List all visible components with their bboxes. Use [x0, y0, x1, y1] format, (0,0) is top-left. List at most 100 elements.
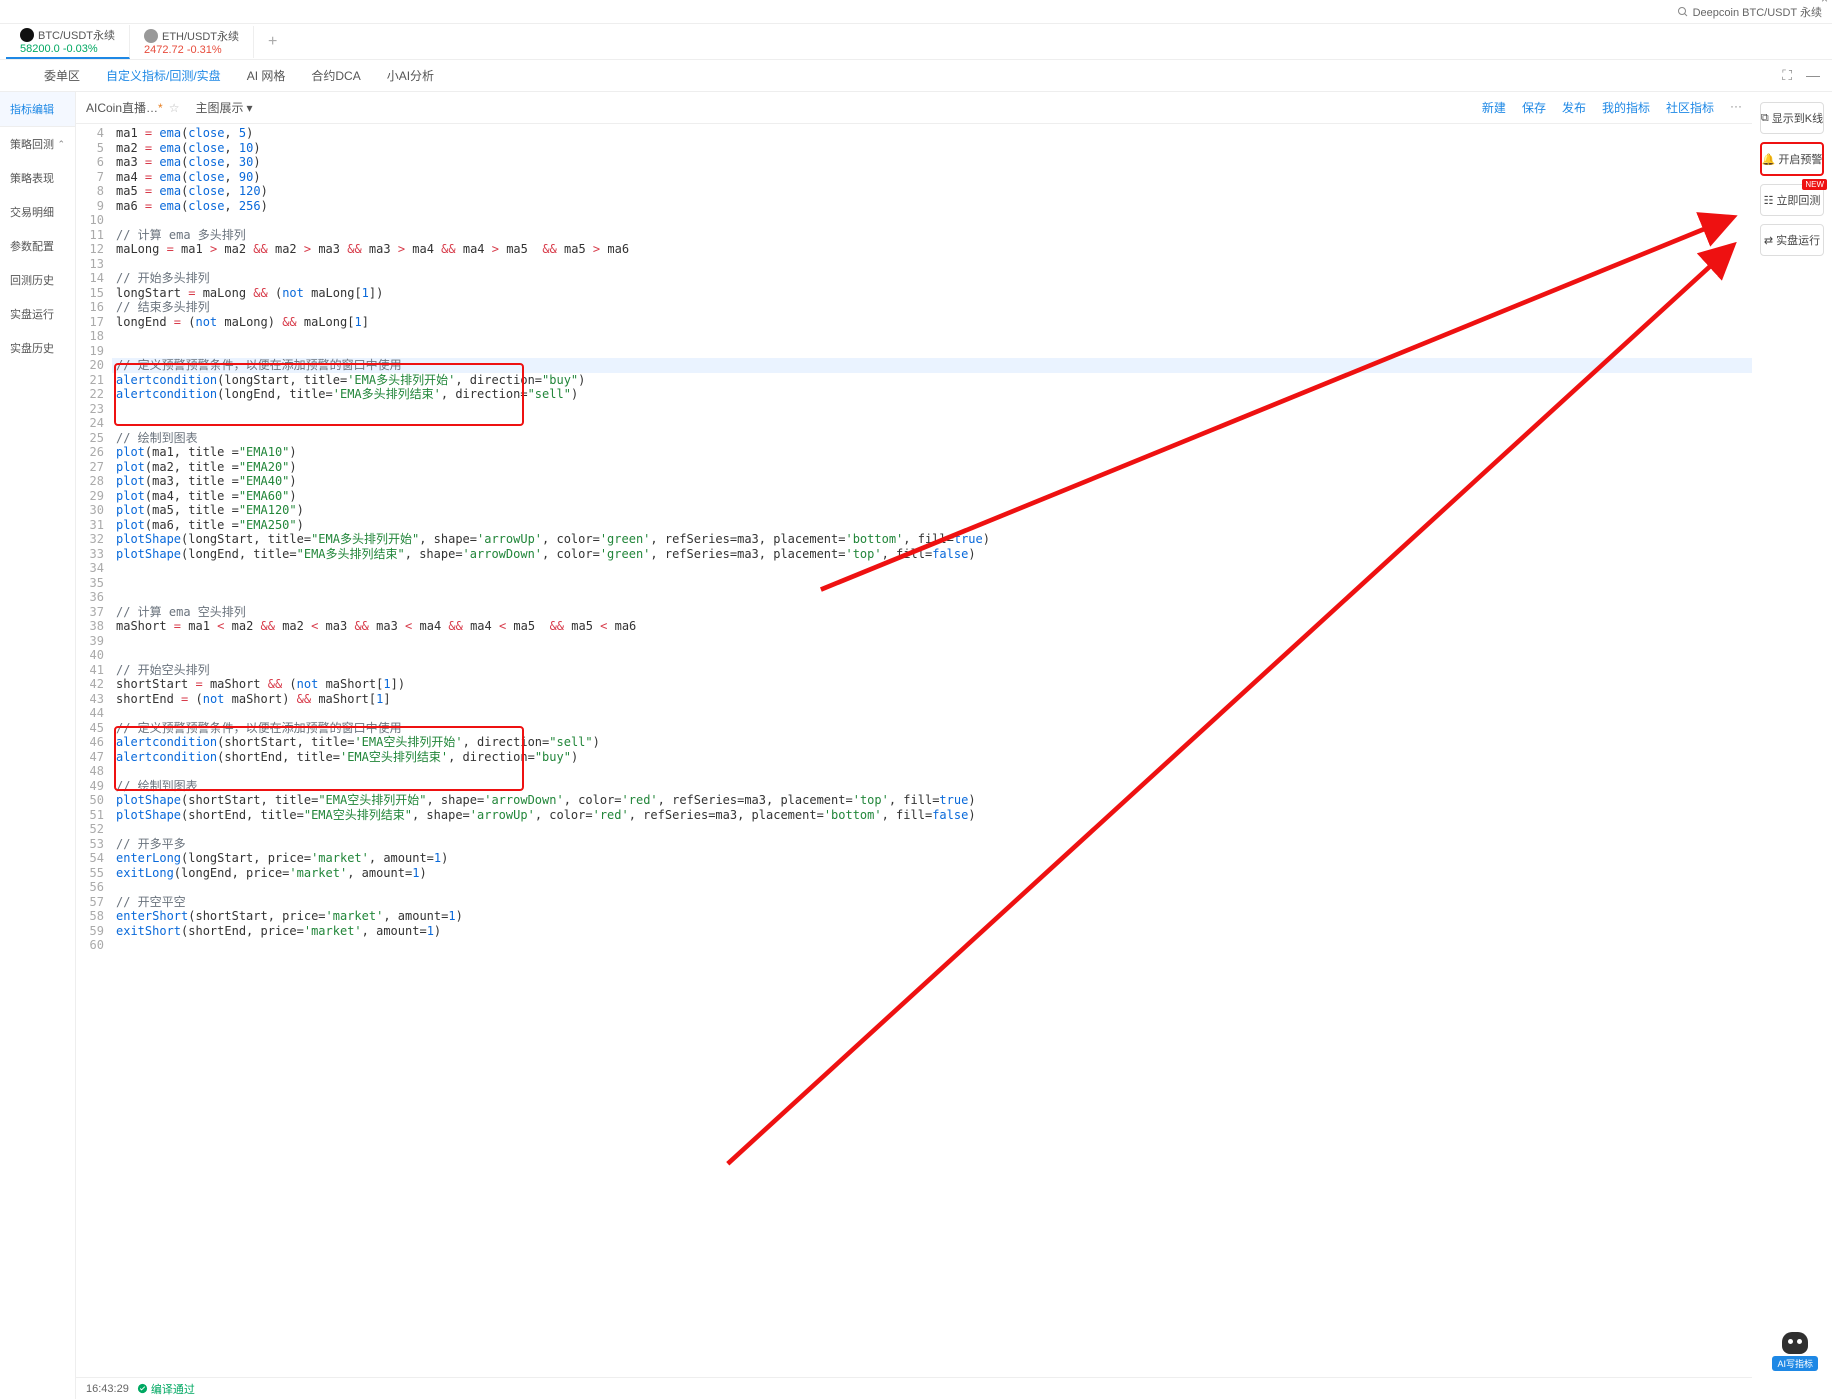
- line-gutter: 4567891011121314151617181920212223242526…: [76, 124, 112, 1377]
- code-line[interactable]: [112, 213, 1752, 228]
- editor-action-社区指标[interactable]: 社区指标: [1666, 99, 1714, 116]
- sidebar-item-2[interactable]: 策略表现: [0, 161, 75, 195]
- code-line[interactable]: alertcondition(shortEnd, title='EMA空头排列结…: [112, 750, 1752, 765]
- code-line[interactable]: alertcondition(longStart, title='EMA多头排列…: [112, 373, 1752, 388]
- editor-header: AICoin直播…* ☆ 主图展示 ▾ 新建保存发布我的指标社区指标···: [76, 92, 1752, 124]
- code-line[interactable]: // 开始空头排列: [112, 663, 1752, 678]
- code-line[interactable]: plot(ma1, title ="EMA10"): [112, 445, 1752, 460]
- right-action-sliders[interactable]: ☷立即回测NEW: [1760, 184, 1824, 216]
- code-line[interactable]: plotShape(shortEnd, title="EMA空头排列结束", s…: [112, 808, 1752, 823]
- code-line[interactable]: [112, 938, 1752, 953]
- code-line[interactable]: plot(ma6, title ="EMA250"): [112, 518, 1752, 533]
- code-line[interactable]: alertcondition(longEnd, title='EMA多头排列结束…: [112, 387, 1752, 402]
- minimize-icon[interactable]: —: [1806, 67, 1820, 84]
- window-controls: ⛶ —: [1782, 67, 1832, 84]
- editor-action-发布[interactable]: 发布: [1562, 99, 1586, 116]
- code-line[interactable]: // 开始多头排列: [112, 271, 1752, 286]
- code-line[interactable]: plotShape(longEnd, title="EMA多头排列结束", sh…: [112, 547, 1752, 562]
- code-line[interactable]: exitLong(longEnd, price='market', amount…: [112, 866, 1752, 881]
- editor-area: AICoin直播…* ☆ 主图展示 ▾ 新建保存发布我的指标社区指标··· 45…: [76, 92, 1752, 1399]
- sec-tab-3[interactable]: 合约DCA: [311, 61, 360, 90]
- sec-tab-1[interactable]: 自定义指标/回测/实盘: [106, 61, 221, 90]
- sidebar-item-1[interactable]: 策略回测⌃: [0, 127, 75, 161]
- code-editor[interactable]: 4567891011121314151617181920212223242526…: [76, 124, 1752, 1377]
- sidebar-item-5[interactable]: 回测历史: [0, 263, 75, 297]
- code-line[interactable]: [112, 822, 1752, 837]
- code-line[interactable]: [112, 416, 1752, 431]
- pair-tab-1[interactable]: ETH/USDT永续2472.72 -0.31%: [130, 26, 254, 58]
- code-line[interactable]: [112, 344, 1752, 359]
- right-action-swap[interactable]: ⇄实盘运行: [1760, 224, 1824, 256]
- code-line[interactable]: plot(ma3, title ="EMA40"): [112, 474, 1752, 489]
- ai-assistant-float[interactable]: AI写指标: [1772, 1332, 1818, 1371]
- code-line[interactable]: plot(ma4, title ="EMA60"): [112, 489, 1752, 504]
- right-action-bell[interactable]: 🔔开启预警: [1760, 142, 1824, 176]
- pair-tab-0[interactable]: BTC/USDT永续58200.0 -0.03%: [6, 25, 130, 59]
- code-line[interactable]: plot(ma5, title ="EMA120"): [112, 503, 1752, 518]
- code-line[interactable]: // 定义预警预警条件，以便在添加预警的窗口中使用: [112, 721, 1752, 736]
- sec-tab-0[interactable]: 委单区: [44, 61, 80, 90]
- code-line[interactable]: // 计算 ema 空头排列: [112, 605, 1752, 620]
- chevron-down-icon: ▾: [246, 101, 252, 115]
- code-line[interactable]: plotShape(shortStart, title="EMA空头排列开始",…: [112, 793, 1752, 808]
- code-line[interactable]: ma6 = ema(close, 256): [112, 199, 1752, 214]
- sidebar-item-3[interactable]: 交易明细: [0, 195, 75, 229]
- code-line[interactable]: alertcondition(shortStart, title='EMA空头排…: [112, 735, 1752, 750]
- code-line[interactable]: // 绘制到图表: [112, 431, 1752, 446]
- code-line[interactable]: // 计算 ema 多头排列: [112, 228, 1752, 243]
- code-line[interactable]: ma3 = ema(close, 30): [112, 155, 1752, 170]
- main-chart-dropdown[interactable]: 主图展示 ▾: [195, 99, 252, 116]
- code-line[interactable]: enterShort(shortStart, price='market', a…: [112, 909, 1752, 924]
- code-line[interactable]: // 定义预警预警条件，以便在添加预警的窗口中使用: [112, 358, 1752, 373]
- code-line[interactable]: ma4 = ema(close, 90): [112, 170, 1752, 185]
- check-circle-icon: [137, 1383, 148, 1394]
- editor-action-保存[interactable]: 保存: [1522, 99, 1546, 116]
- code-line[interactable]: maLong = ma1 > ma2 && ma2 > ma3 && ma3 >…: [112, 242, 1752, 257]
- code-line[interactable]: [112, 648, 1752, 663]
- code-line[interactable]: // 绘制到图表: [112, 779, 1752, 794]
- code-line[interactable]: [112, 764, 1752, 779]
- code-line[interactable]: // 开多平多: [112, 837, 1752, 852]
- pair-tabs: BTC/USDT永续58200.0 -0.03%ETH/USDT永续2472.7…: [0, 24, 1832, 60]
- code-line[interactable]: [112, 402, 1752, 417]
- code-line[interactable]: // 结束多头排列: [112, 300, 1752, 315]
- sidebar-item-6[interactable]: 实盘运行: [0, 297, 75, 331]
- code-line[interactable]: [112, 576, 1752, 591]
- sidebar-item-0[interactable]: 指标编辑: [0, 92, 75, 127]
- code-line[interactable]: plotShape(longStart, title="EMA多头排列开始", …: [112, 532, 1752, 547]
- editor-action-我的指标[interactable]: 我的指标: [1602, 99, 1650, 116]
- sidebar-item-7[interactable]: 实盘历史: [0, 331, 75, 365]
- sliders-icon: ☷: [1764, 194, 1774, 207]
- code-line[interactable]: [112, 590, 1752, 605]
- code-line[interactable]: plot(ma2, title ="EMA20"): [112, 460, 1752, 475]
- code-line[interactable]: longEnd = (not maLong) && maLong[1]: [112, 315, 1752, 330]
- code-line[interactable]: [112, 257, 1752, 272]
- code-line[interactable]: [112, 561, 1752, 576]
- editor-action-新建[interactable]: 新建: [1482, 99, 1506, 116]
- code-line[interactable]: enterLong(longStart, price='market', amo…: [112, 851, 1752, 866]
- code-line[interactable]: ma5 = ema(close, 120): [112, 184, 1752, 199]
- right-action-chart[interactable]: ⧉显示到K线: [1760, 102, 1824, 134]
- code-line[interactable]: [112, 880, 1752, 895]
- code-line[interactable]: exitShort(shortEnd, price='market', amou…: [112, 924, 1752, 939]
- code-line[interactable]: shortStart = maShort && (not maShort[1]): [112, 677, 1752, 692]
- code-line[interactable]: // 开空平空: [112, 895, 1752, 910]
- code-line[interactable]: maShort = ma1 < ma2 && ma2 < ma3 && ma3 …: [112, 619, 1752, 634]
- code-line[interactable]: [112, 706, 1752, 721]
- editor-more-icon[interactable]: ···: [1730, 99, 1742, 116]
- sec-tab-2[interactable]: AI 网格: [247, 61, 286, 90]
- code-line[interactable]: ma1 = ema(close, 5): [112, 126, 1752, 141]
- star-icon[interactable]: ☆: [169, 101, 180, 115]
- code-line[interactable]: shortEnd = (not maShort) && maShort[1]: [112, 692, 1752, 707]
- search-box[interactable]: Deepcoin BTC/USDT 永续: [1677, 4, 1822, 20]
- sec-tab-4[interactable]: 小AI分析: [387, 61, 434, 90]
- code-line[interactable]: longStart = maLong && (not maLong[1]): [112, 286, 1752, 301]
- code-line[interactable]: ma2 = ema(close, 10): [112, 141, 1752, 156]
- code-line[interactable]: [112, 329, 1752, 344]
- code-line[interactable]: [112, 634, 1752, 649]
- code-body[interactable]: ma1 = ema(close, 5)ma2 = ema(close, 10)m…: [112, 124, 1752, 1377]
- new-badge: NEW: [1802, 179, 1827, 190]
- sidebar-item-4[interactable]: 参数配置: [0, 229, 75, 263]
- expand-icon[interactable]: ⛶: [1782, 67, 1792, 84]
- add-pair-tab[interactable]: +: [254, 33, 291, 51]
